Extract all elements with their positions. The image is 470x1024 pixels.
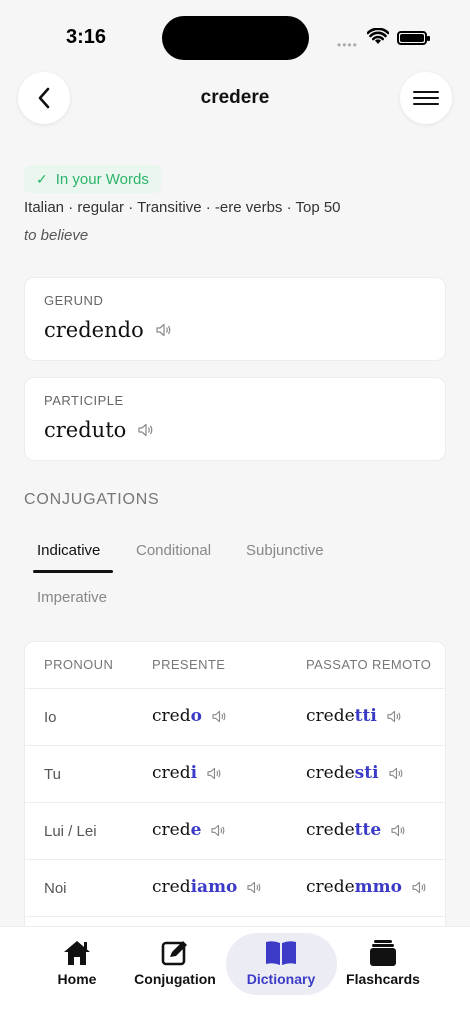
- presente-ending: iamo: [190, 877, 238, 897]
- nav-conjugation[interactable]: Conjugation: [130, 939, 220, 1009]
- hamburger-icon: [413, 91, 439, 105]
- presente-ending: e: [190, 820, 202, 840]
- status-bar: 3:16 ••••: [0, 0, 470, 70]
- presente-stem: cred: [152, 820, 191, 840]
- check-icon: ✓: [36, 170, 48, 187]
- speaker-icon[interactable]: [156, 323, 172, 337]
- header-presente: PRESENTE: [152, 657, 226, 672]
- nav-home[interactable]: Home: [48, 939, 106, 1009]
- remoto-ending: sti: [354, 763, 379, 783]
- presente-ending: o: [190, 706, 202, 726]
- tab-conditional[interactable]: Conditional: [136, 542, 211, 559]
- edit-icon: [161, 941, 187, 966]
- signal-icon: ••••: [337, 38, 358, 52]
- speaker-icon[interactable]: [388, 767, 404, 780]
- nav-flashcards-label: Flashcards: [346, 971, 420, 987]
- nav-dictionary-label: Dictionary: [246, 971, 316, 987]
- remoto-stem: crede: [306, 763, 355, 783]
- gerund-label: GERUND: [44, 293, 104, 308]
- dynamic-island: [162, 16, 309, 60]
- remoto-ending: tti: [354, 706, 377, 726]
- pronoun-cell: Io: [44, 709, 57, 726]
- remoto-stem: crede: [306, 877, 355, 897]
- word-details: Italian · regular · Transitive · -ere ve…: [24, 199, 341, 216]
- wifi-icon: [367, 28, 389, 44]
- remoto-cell: credesti: [306, 763, 404, 783]
- presente-cell: credo: [152, 706, 227, 726]
- speaker-icon[interactable]: [212, 710, 227, 723]
- cards-icon: [370, 940, 396, 966]
- presente-stem: cred: [152, 706, 191, 726]
- presente-cell: crediamo: [152, 877, 262, 897]
- battery-icon: [397, 31, 430, 45]
- speaker-icon[interactable]: [387, 710, 402, 723]
- remoto-cell: credette: [306, 820, 406, 840]
- header-passato-remoto: PASSATO REMOTO: [306, 657, 432, 672]
- presente-cell: credi: [152, 763, 222, 783]
- participle-value: creduto: [44, 418, 127, 442]
- table-row: Noi crediamo credemmo: [25, 859, 445, 916]
- remoto-ending: mmo: [354, 877, 402, 897]
- badge-label: In your Words: [55, 170, 149, 188]
- nav-flashcards[interactable]: Flashcards: [343, 939, 423, 1009]
- active-tab-indicator: [33, 570, 113, 573]
- speaker-icon[interactable]: [247, 881, 262, 894]
- in-your-words-badge: ✓ In your Words: [24, 165, 161, 193]
- tab-subjunctive[interactable]: Subjunctive: [246, 542, 324, 559]
- tab-imperative[interactable]: Imperative: [37, 589, 107, 606]
- presente-cell: crede: [152, 820, 226, 840]
- table-row: Lui / Lei crede credette: [25, 802, 445, 859]
- tab-indicative[interactable]: Indicative: [37, 542, 100, 559]
- presente-stem: cred: [152, 877, 191, 897]
- remoto-cell: credetti: [306, 706, 402, 726]
- participle-label: PARTICIPLE: [44, 393, 124, 408]
- participle-card: PARTICIPLE creduto: [24, 377, 446, 461]
- translation: to believe: [24, 227, 89, 244]
- pronoun-cell: Lui / Lei: [44, 823, 97, 840]
- status-time: 3:16: [66, 26, 107, 48]
- home-icon: [64, 941, 90, 965]
- bottom-nav: Home Conjugation Dictionary Flashcards: [0, 926, 470, 1024]
- speaker-icon[interactable]: [391, 824, 406, 837]
- nav-home-label: Home: [57, 971, 97, 987]
- remoto-cell: credemmo: [306, 877, 427, 897]
- nav-dictionary[interactable]: Dictionary: [236, 939, 326, 1009]
- speaker-icon[interactable]: [211, 824, 226, 837]
- book-icon: [266, 941, 296, 965]
- remoto-ending: tte: [354, 820, 382, 840]
- header-pronoun: PRONOUN: [44, 657, 114, 672]
- gerund-value: credendo: [44, 318, 144, 342]
- conjugation-table: PRONOUN PRESENTE PASSATO REMOTO Io credo…: [24, 641, 446, 961]
- speaker-icon[interactable]: [138, 423, 154, 437]
- speaker-icon[interactable]: [412, 881, 427, 894]
- remoto-stem: crede: [306, 706, 355, 726]
- pronoun-cell: Noi: [44, 880, 67, 897]
- speaker-icon[interactable]: [207, 767, 222, 780]
- remoto-stem: crede: [306, 820, 355, 840]
- table-row: Io credo credetti: [25, 688, 445, 745]
- conjugations-title: CONJUGATIONS: [24, 491, 160, 508]
- nav-conjugation-label: Conjugation: [134, 971, 216, 987]
- presente-stem: cred: [152, 763, 191, 783]
- menu-button[interactable]: [400, 72, 452, 124]
- presente-ending: i: [190, 763, 198, 783]
- gerund-card: GERUND credendo: [24, 277, 446, 361]
- pronoun-cell: Tu: [44, 766, 61, 783]
- table-row: Tu credi credesti: [25, 745, 445, 802]
